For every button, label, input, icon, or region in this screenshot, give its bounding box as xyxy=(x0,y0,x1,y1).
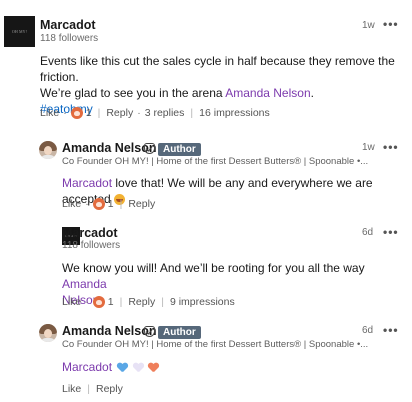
celebrate-reaction-icon[interactable] xyxy=(92,198,105,210)
reaction-count[interactable]: 1 xyxy=(108,296,114,308)
celebrate-reaction-icon[interactable] xyxy=(70,107,83,119)
reply2-more-icon[interactable]: ••• xyxy=(383,225,399,239)
like-button[interactable]: Like xyxy=(40,107,59,119)
reply3-actions: Like | Reply xyxy=(62,383,123,395)
blue-heart-icon xyxy=(117,363,127,373)
reply2-author-name[interactable]: Marcadot xyxy=(62,226,118,240)
celebrate-reaction-icon[interactable] xyxy=(92,296,105,308)
reaction-count[interactable]: 1 xyxy=(108,198,114,210)
reply2-actions: Like · 1 | Reply | 9 impressions xyxy=(62,296,235,308)
mention-amanda-nelson[interactable]: Amanda Nelson xyxy=(225,86,310,100)
amanda-nelson-avatar[interactable] xyxy=(39,324,57,342)
reply-button[interactable]: Reply xyxy=(128,296,155,308)
reply1-time: 1w xyxy=(362,142,375,153)
reply1-author-name[interactable]: Amanda Nelson xyxy=(62,141,156,155)
comment-thread: OH MY! Marcadot 118 followers 1w ••• Eve… xyxy=(0,0,412,402)
reply1-more-icon[interactable]: ••• xyxy=(383,140,399,154)
comment-body-line1: Events like this cut the sales cycle in … xyxy=(40,54,395,84)
comment-actions: Like · 1 | Reply · 3 replies | 16 impres… xyxy=(40,107,270,119)
reply3-body: Marcadot xyxy=(62,359,362,375)
reply3-more-icon[interactable]: ••• xyxy=(383,323,399,337)
reply2-author-followers: 118 followers xyxy=(62,240,121,251)
comment-author-name[interactable]: Marcadot xyxy=(40,18,96,32)
reply1-author-headline: Co Founder OH MY! | Home of the first De… xyxy=(62,156,369,167)
author-badge: Author xyxy=(158,326,201,339)
verified-shield-icon xyxy=(144,143,155,154)
marcadot-logo-avatar[interactable]: OH MY! xyxy=(4,16,35,47)
comment-time: 1w xyxy=(362,20,375,31)
like-button[interactable]: Like xyxy=(62,296,81,308)
reaction-count[interactable]: 1 xyxy=(86,107,92,119)
comment-body-line2: We’re glad to see you in the arena Amand… xyxy=(40,86,314,100)
mention-amanda-nelson[interactable]: Amanda xyxy=(62,277,107,291)
reply3-author-name[interactable]: Amanda Nelson xyxy=(62,324,156,338)
orange-heart-icon xyxy=(148,363,158,373)
impressions-count[interactable]: 9 impressions xyxy=(170,296,235,308)
reply-button[interactable]: Reply xyxy=(106,107,133,119)
like-button[interactable]: Like xyxy=(62,198,81,210)
like-button[interactable]: Like xyxy=(62,383,81,395)
replies-count-link[interactable]: 3 replies xyxy=(145,107,185,119)
comment-more-icon[interactable]: ••• xyxy=(383,17,399,31)
author-badge: Author xyxy=(158,143,201,156)
reply-button[interactable]: Reply xyxy=(128,198,155,210)
reply1-actions: Like · 1 | Reply xyxy=(62,198,156,210)
reply3-time: 6d xyxy=(362,325,374,336)
comment-author-followers: 118 followers xyxy=(40,33,99,44)
reply3-author-headline: Co Founder OH MY! | Home of the first De… xyxy=(62,339,369,350)
amanda-nelson-avatar[interactable] xyxy=(39,141,57,159)
reply-button[interactable]: Reply xyxy=(96,383,123,395)
mention-marcadot[interactable]: Marcadot xyxy=(62,176,112,190)
mention-marcadot[interactable]: Marcadot xyxy=(62,360,112,374)
impressions-count[interactable]: 16 impressions xyxy=(199,107,270,119)
white-heart-icon xyxy=(133,363,143,373)
verified-shield-icon xyxy=(144,326,155,337)
reply2-time: 6d xyxy=(362,227,374,238)
